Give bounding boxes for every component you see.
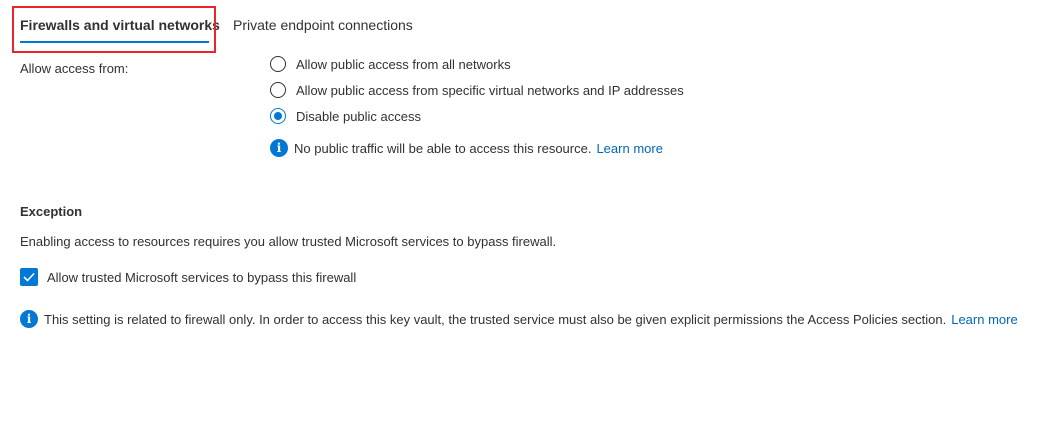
firewall-setting-info-text: This setting is related to firewall only… — [44, 311, 947, 327]
radio-button[interactable] — [270, 82, 286, 98]
tab-private-endpoint-connections[interactable]: Private endpoint connections — [233, 17, 413, 33]
radio-option-all-networks[interactable]: Allow public access from all networks — [270, 56, 511, 72]
tab-highlight-box — [12, 6, 216, 53]
learn-more-link[interactable]: Learn more — [596, 141, 662, 156]
public-access-info-text: No public traffic will be able to access… — [294, 140, 592, 156]
radio-button[interactable] — [270, 56, 286, 72]
radio-option-disable-public-access[interactable]: Disable public access — [270, 108, 421, 124]
learn-more-link[interactable]: Learn more — [951, 312, 1017, 327]
radio-option-specific-networks[interactable]: Allow public access from specific virtua… — [270, 82, 684, 98]
exception-description: Enabling access to resources requires yo… — [20, 234, 557, 249]
radio-label: Allow public access from specific virtua… — [296, 82, 684, 98]
allow-access-from-label: Allow access from: — [20, 61, 129, 76]
checkmark-icon — [23, 272, 35, 282]
info-icon: i — [20, 310, 38, 328]
radio-label: Allow public access from all networks — [296, 56, 511, 72]
trusted-services-checkbox-row[interactable]: Allow trusted Microsoft services to bypa… — [20, 268, 356, 286]
networking-page: Firewalls and virtual networks Private e… — [0, 0, 1039, 443]
radio-label: Disable public access — [296, 108, 422, 124]
info-icon: i — [270, 139, 288, 157]
radio-button-selected[interactable] — [270, 108, 286, 124]
firewall-setting-info: i This setting is related to firewall on… — [20, 310, 1018, 328]
trusted-services-checkbox-label: Allow trusted Microsoft services to bypa… — [47, 269, 357, 285]
exception-heading: Exception — [20, 204, 83, 219]
trusted-services-checkbox[interactable] — [20, 268, 38, 286]
public-access-info: i No public traffic will be able to acce… — [270, 139, 663, 157]
